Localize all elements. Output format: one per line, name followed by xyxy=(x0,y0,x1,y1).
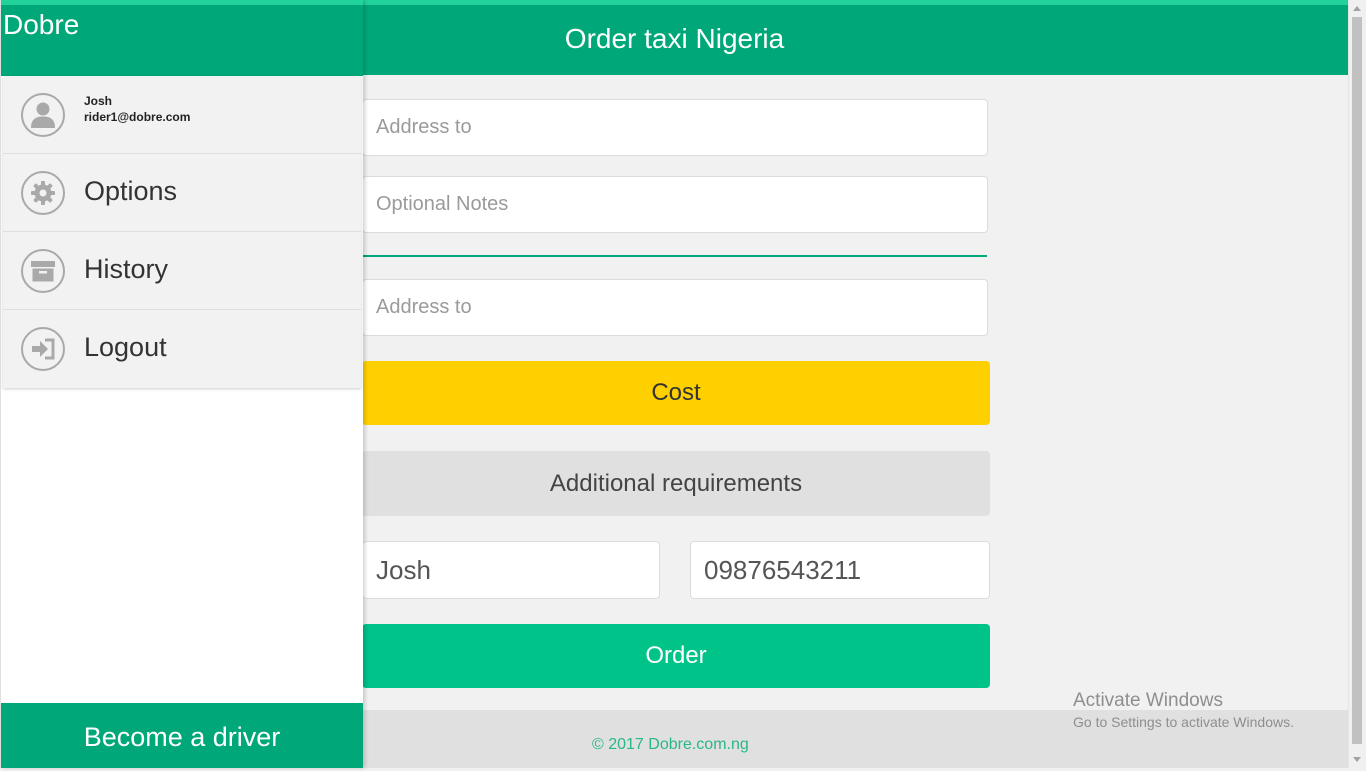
archive-icon xyxy=(21,249,65,293)
scrollbar-thumb[interactable] xyxy=(1352,17,1362,744)
logout-icon xyxy=(21,327,65,371)
form-divider xyxy=(362,255,987,257)
side-drawer: Dobre Josh rider1@dobre.com Options Hist… xyxy=(0,0,363,768)
activate-windows-subtitle: Go to Settings to activate Windows. xyxy=(1073,714,1294,730)
name-input[interactable] xyxy=(362,541,660,599)
page-title: Order taxi Nigeria xyxy=(564,23,785,54)
user-icon xyxy=(21,93,65,137)
menu-item-history[interactable]: History xyxy=(3,232,361,310)
menu-item-options[interactable]: Options xyxy=(3,154,361,232)
scroll-up-arrow-icon[interactable] xyxy=(1353,6,1361,11)
optional-notes-input[interactable] xyxy=(362,176,988,233)
gear-icon xyxy=(21,171,65,215)
order-button[interactable]: Order xyxy=(362,624,990,688)
address-to-input[interactable] xyxy=(362,99,988,156)
activate-windows-title: Activate Windows xyxy=(1073,690,1223,711)
cost-button[interactable]: Cost xyxy=(362,361,990,425)
menu-item-logout[interactable]: Logout xyxy=(3,310,361,388)
user-email: rider1@dobre.com xyxy=(84,110,191,124)
brand-title: Dobre xyxy=(3,9,80,40)
user-profile-item[interactable]: Josh rider1@dobre.com xyxy=(3,76,361,154)
copyright-text: © 2017 Dobre.com.ng xyxy=(592,736,749,753)
user-name: Josh xyxy=(84,94,113,108)
drawer-menu: Josh rider1@dobre.com Options History Lo… xyxy=(3,76,361,388)
menu-label-logout: Logout xyxy=(84,332,167,362)
menu-label-options: Options xyxy=(84,176,178,206)
menu-label-history: History xyxy=(84,254,169,284)
scroll-down-arrow-icon[interactable] xyxy=(1353,757,1361,762)
vertical-scrollbar[interactable] xyxy=(1348,0,1366,768)
drawer-header: Dobre xyxy=(1,0,363,76)
phone-input[interactable] xyxy=(690,541,990,599)
become-driver-button[interactable]: Become a driver xyxy=(1,703,363,768)
address-to-second-input[interactable] xyxy=(362,279,988,336)
additional-requirements-button[interactable]: Additional requirements xyxy=(362,451,990,516)
